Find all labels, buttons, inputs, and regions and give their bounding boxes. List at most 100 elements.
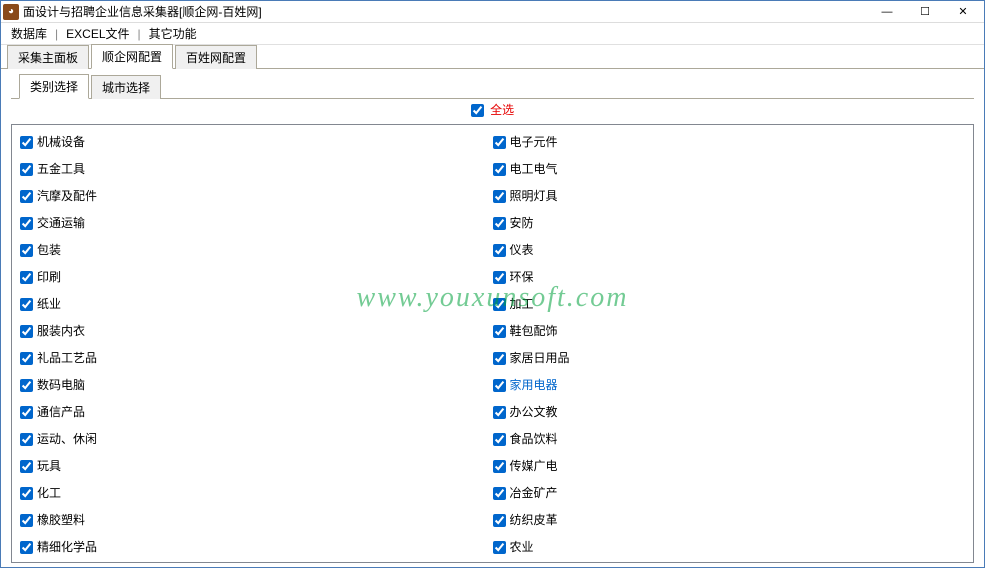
category-right-item[interactable]: 仪表	[493, 237, 966, 264]
tab-baixing-config[interactable]: 百姓网配置	[175, 45, 257, 69]
category-left-checkbox[interactable]	[20, 298, 33, 311]
category-right-label: 家居日用品	[510, 347, 570, 370]
tab-content: 类别选择 城市选择 全选 机械设备五金工具汽摩及配件交通运输包装印刷纸业服装内衣…	[1, 69, 984, 567]
category-right-item[interactable]: 照明灯具	[493, 183, 966, 210]
category-left-checkbox[interactable]	[20, 271, 33, 284]
category-right-item[interactable]: 环保	[493, 264, 966, 291]
category-left-label: 汽摩及配件	[37, 185, 97, 208]
category-left-item[interactable]: 机械设备	[20, 129, 493, 156]
category-left-item[interactable]: 玩具	[20, 453, 493, 480]
category-left-item[interactable]: 交通运输	[20, 210, 493, 237]
category-right-item[interactable]: 食品饮料	[493, 426, 966, 453]
category-left-item[interactable]: 运动、休闲	[20, 426, 493, 453]
tab-shunqi-config[interactable]: 顺企网配置	[91, 44, 173, 69]
menu-other[interactable]: 其它功能	[143, 23, 203, 44]
category-right-checkbox[interactable]	[493, 487, 506, 500]
category-right-item[interactable]: 安防	[493, 210, 966, 237]
category-left-checkbox[interactable]	[20, 163, 33, 176]
category-left-checkbox[interactable]	[20, 190, 33, 203]
sub-tabstrip: 类别选择 城市选择	[11, 75, 974, 99]
category-left-item[interactable]: 印刷	[20, 264, 493, 291]
category-right-checkbox[interactable]	[493, 460, 506, 473]
category-right-checkbox[interactable]	[493, 379, 506, 392]
category-left-label: 运动、休闲	[37, 428, 97, 451]
category-right-checkbox[interactable]	[493, 541, 506, 554]
category-right-checkbox[interactable]	[493, 163, 506, 176]
subtab-city[interactable]: 城市选择	[91, 75, 161, 99]
category-right-item[interactable]: 加工	[493, 291, 966, 318]
category-right-checkbox[interactable]	[493, 514, 506, 527]
category-right-item[interactable]: 建筑建材	[493, 561, 966, 563]
category-left-item[interactable]: 纸业	[20, 291, 493, 318]
category-left-label: 机械设备	[37, 131, 85, 154]
category-right-checkbox[interactable]	[493, 271, 506, 284]
category-left-checkbox[interactable]	[20, 406, 33, 419]
category-left-label: 化工	[37, 482, 61, 505]
category-left-item[interactable]: 包装	[20, 237, 493, 264]
close-button[interactable]: ✕	[944, 2, 982, 22]
category-left-item[interactable]: 精细化学品	[20, 534, 493, 561]
category-left-item[interactable]: 礼品工艺品	[20, 345, 493, 372]
category-left-checkbox[interactable]	[20, 433, 33, 446]
category-left-item[interactable]: 化工	[20, 480, 493, 507]
category-left-checkbox[interactable]	[20, 460, 33, 473]
category-left-checkbox[interactable]	[20, 244, 33, 257]
category-left-checkbox[interactable]	[20, 514, 33, 527]
main-tabstrip: 采集主面板 顺企网配置 百姓网配置	[1, 45, 984, 69]
category-left-checkbox[interactable]	[20, 487, 33, 500]
category-left-checkbox[interactable]	[20, 541, 33, 554]
category-right-label: 食品饮料	[510, 428, 558, 451]
category-right-item[interactable]: 鞋包配饰	[493, 318, 966, 345]
window-controls: — ☐ ✕	[868, 2, 982, 22]
category-left-label: 交通运输	[37, 212, 85, 235]
category-left-item[interactable]: 通信产品	[20, 399, 493, 426]
category-left-item[interactable]: 橡胶塑料	[20, 507, 493, 534]
category-right-item[interactable]: 电子元件	[493, 129, 966, 156]
category-right-item[interactable]: 传媒广电	[493, 453, 966, 480]
tab-main-panel[interactable]: 采集主面板	[7, 45, 89, 69]
category-right-item[interactable]: 电工电气	[493, 156, 966, 183]
select-all-input[interactable]	[471, 104, 484, 117]
category-left-checkbox[interactable]	[20, 352, 33, 365]
category-right-checkbox[interactable]	[493, 244, 506, 257]
category-right-item[interactable]: 办公文教	[493, 399, 966, 426]
category-right-item[interactable]: 纺织皮革	[493, 507, 966, 534]
maximize-button[interactable]: ☐	[906, 2, 944, 22]
select-all-row: 全选	[11, 99, 974, 124]
category-left-checkbox[interactable]	[20, 136, 33, 149]
minimize-button[interactable]: —	[868, 2, 906, 22]
category-left-item[interactable]: 汽摩及配件	[20, 183, 493, 210]
category-right-checkbox[interactable]	[493, 190, 506, 203]
category-left-item[interactable]: 服装内衣	[20, 318, 493, 345]
category-left-item[interactable]: 五金工具	[20, 156, 493, 183]
category-right-item[interactable]: 家用电器	[493, 372, 966, 399]
category-listbox[interactable]: 机械设备五金工具汽摩及配件交通运输包装印刷纸业服装内衣礼品工艺品数码电脑通信产品…	[11, 124, 974, 563]
category-right-checkbox[interactable]	[493, 298, 506, 311]
category-right-checkbox[interactable]	[493, 325, 506, 338]
category-right-checkbox[interactable]	[493, 433, 506, 446]
category-right-item[interactable]: 冶金矿产	[493, 480, 966, 507]
category-right-label: 加工	[510, 293, 534, 316]
category-right-checkbox[interactable]	[493, 217, 506, 230]
window-title: 面设计与招聘企业信息采集器[顺企网-百姓网]	[23, 3, 868, 20]
category-left-item[interactable]: 医药保养	[20, 561, 493, 563]
left-column: 机械设备五金工具汽摩及配件交通运输包装印刷纸业服装内衣礼品工艺品数码电脑通信产品…	[20, 129, 493, 563]
category-left-checkbox[interactable]	[20, 325, 33, 338]
menu-excel[interactable]: EXCEL文件	[60, 23, 135, 44]
category-right-checkbox[interactable]	[493, 352, 506, 365]
category-right-checkbox[interactable]	[493, 136, 506, 149]
category-right-item[interactable]: 农业	[493, 534, 966, 561]
category-left-item[interactable]: 数码电脑	[20, 372, 493, 399]
category-left-checkbox[interactable]	[20, 379, 33, 392]
category-right-checkbox[interactable]	[493, 406, 506, 419]
category-right-item[interactable]: 家居日用品	[493, 345, 966, 372]
select-all-checkbox[interactable]: 全选	[471, 103, 514, 117]
category-left-checkbox[interactable]	[20, 217, 33, 230]
category-left-label: 数码电脑	[37, 374, 85, 397]
subtab-category[interactable]: 类别选择	[19, 74, 89, 99]
category-right-label: 办公文教	[510, 401, 558, 424]
category-left-label: 精细化学品	[37, 536, 97, 559]
right-column: 电子元件电工电气照明灯具安防仪表环保加工鞋包配饰家居日用品家用电器办公文教食品饮…	[493, 129, 966, 563]
app-icon: ◕	[3, 4, 19, 20]
menu-database[interactable]: 数据库	[5, 23, 53, 44]
